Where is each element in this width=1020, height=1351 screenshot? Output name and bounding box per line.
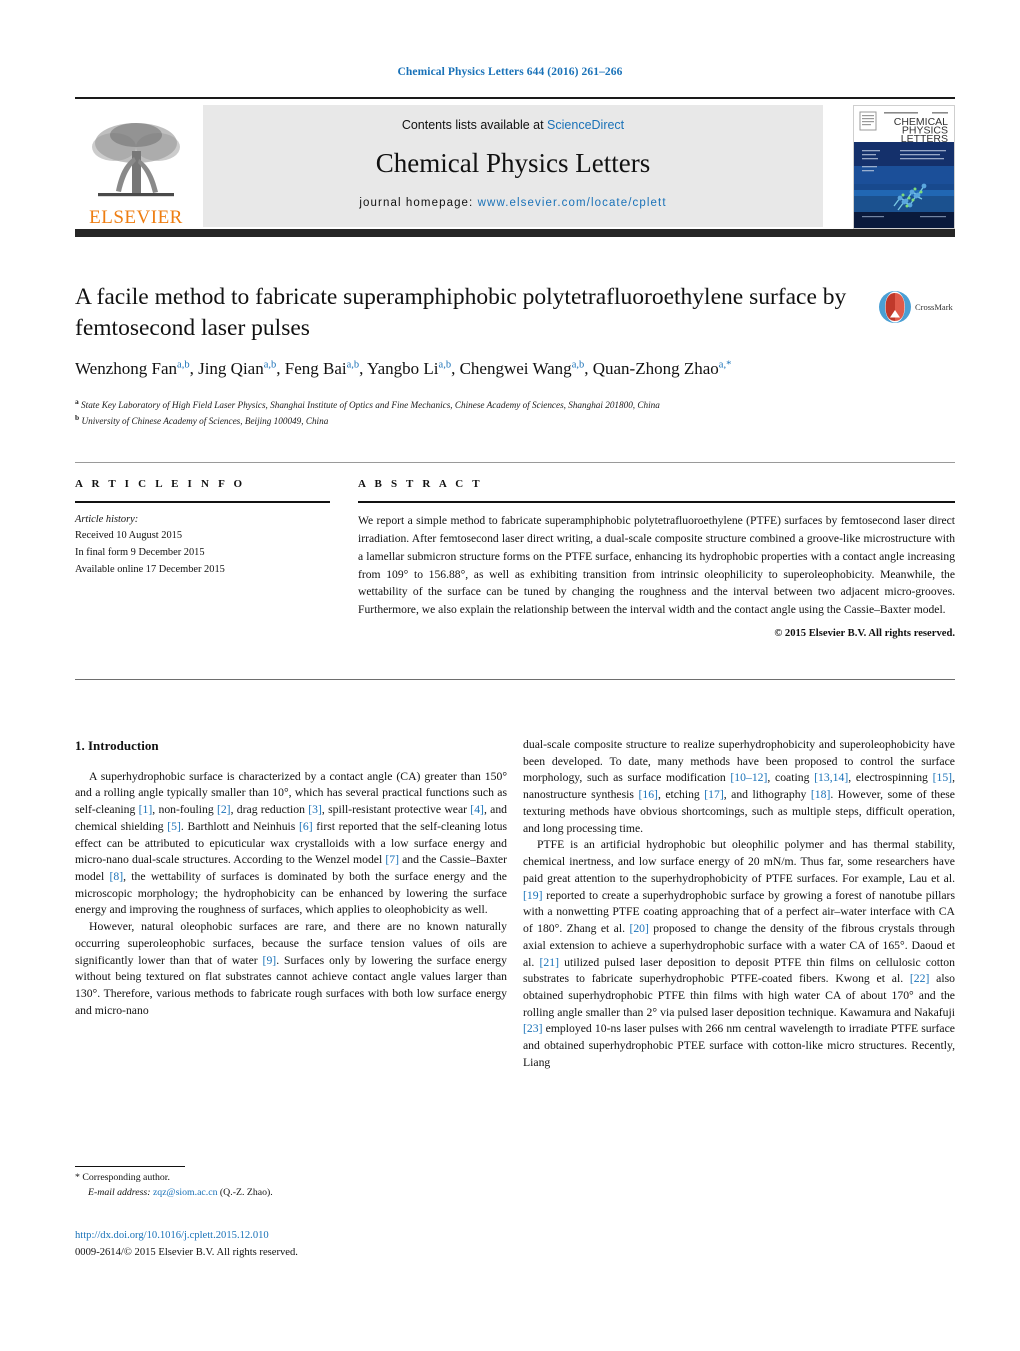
journal-cover-thumbnail: CHEMICAL PHYSICS LETTERS [853,105,955,229]
abstract-heading: A B S T R A C T [358,478,483,490]
history-label: Article history: [75,513,139,525]
info-top-rule [75,462,955,463]
crossmark-badge[interactable]: CrossMark [878,286,956,328]
email-line: E-mail address: zqz@siom.ac.cn (Q.-Z. Zh… [75,1186,495,1201]
masthead-center-panel: Contents lists available at ScienceDirec… [203,105,823,227]
article-info-block: A R T I C L E I N F O Article history: R… [75,478,330,579]
footnote-block: * Corresponding author. E-mail address: … [75,1171,495,1200]
abstract-rule [358,501,955,503]
history-available-online: Available online 17 December 2015 [75,564,225,576]
affiliation-b-text: University of Chinese Academy of Science… [81,416,329,427]
doi-link[interactable]: http://dx.doi.org/10.1016/j.cplett.2015.… [75,1228,505,1243]
elsevier-tree-icon [92,123,180,197]
issn-copyright-line: 0009-2614/© 2015 Elsevier B.V. All right… [75,1247,298,1258]
paragraph: A superhydrophobic surface is characteri… [75,769,508,917]
contents-prefix: Contents lists available at [401,118,548,132]
email-label: E-mail address: [88,1186,151,1198]
section-heading-introduction: 1. Introduction [75,738,159,753]
masthead-top-rule [75,97,955,99]
crossmark-label: CrossMark [915,302,953,312]
article-header: A facile method to fabricate superamphip… [75,282,865,428]
history-received: Received 10 August 2015 [75,530,183,542]
page-title: A facile method to fabricate superamphip… [75,284,847,341]
elsevier-wordmark: ELSEVIER [89,207,183,228]
running-head: Chemical Physics Letters 644 (2016) 261–… [397,66,623,78]
affiliations: a State Key Laboratory of High Field Las… [75,396,865,429]
contents-available-line: Contents lists available at ScienceDirec… [402,118,624,132]
article-info-heading: A R T I C L E I N F O [75,478,246,490]
body-column-right: dual-scale composite structure to realiz… [523,737,955,1072]
journal-masthead: ELSEVIER Contents lists available at Sci… [75,97,955,237]
paragraph: However, natural oleophobic surfaces are… [75,920,507,1017]
affiliation-b: b University of Chinese Academy of Scien… [75,413,329,427]
info-bottom-rule [75,679,955,680]
corresponding-author-text: Corresponding author. [82,1172,170,1183]
sciencedirect-link[interactable]: ScienceDirect [547,118,624,132]
journal-title: Chemical Physics Letters [375,148,651,178]
paper-page: Chemical Physics Letters 644 (2016) 261–… [0,0,1020,1351]
abstract-text: We report a simple method to fabricate s… [358,513,955,617]
corresponding-author-line: * Corresponding author. [75,1171,495,1186]
crossmark-icon [879,291,911,323]
affiliation-a: a State Key Laboratory of High Field Las… [75,396,660,410]
article-info-rule [75,501,330,503]
abstract-block: A B S T R A C T We report a simple metho… [358,478,955,639]
elsevier-logo: ELSEVIER [75,105,197,227]
masthead-bottom-rule [75,229,955,237]
abstract-copyright: © 2015 Elsevier B.V. All rights reserved… [774,628,955,640]
journal-homepage-line: journal homepage: www.elsevier.com/locat… [359,197,666,209]
svg-text:LETTERS: LETTERS [901,133,948,145]
homepage-url-link[interactable]: www.elsevier.com/locate/cplett [478,197,667,209]
cover-art-icon: CHEMICAL PHYSICS LETTERS [854,106,954,228]
email-link[interactable]: zqz@siom.ac.cn [153,1187,218,1198]
corresponding-marker: * [75,1172,80,1183]
author-list: Wenzhong Fana,b, Jing Qiana,b, Feng Baia… [75,359,732,379]
paragraph: dual-scale composite structure to realiz… [523,738,955,835]
history-final-form: In final form 9 December 2015 [75,547,205,559]
footnote-rule [75,1166,185,1167]
body-column-left: 1. Introduction A superhydrophobic surfa… [75,737,507,1020]
email-suffix: (Q.-Z. Zhao). [219,1186,273,1198]
affiliation-a-text: State Key Laboratory of High Field Laser… [81,399,660,410]
paragraph: PTFE is an artificial hydrophobic but ol… [523,838,956,1069]
article-history: Article history: Received 10 August 2015… [75,512,330,579]
homepage-prefix: journal homepage: [359,197,478,209]
